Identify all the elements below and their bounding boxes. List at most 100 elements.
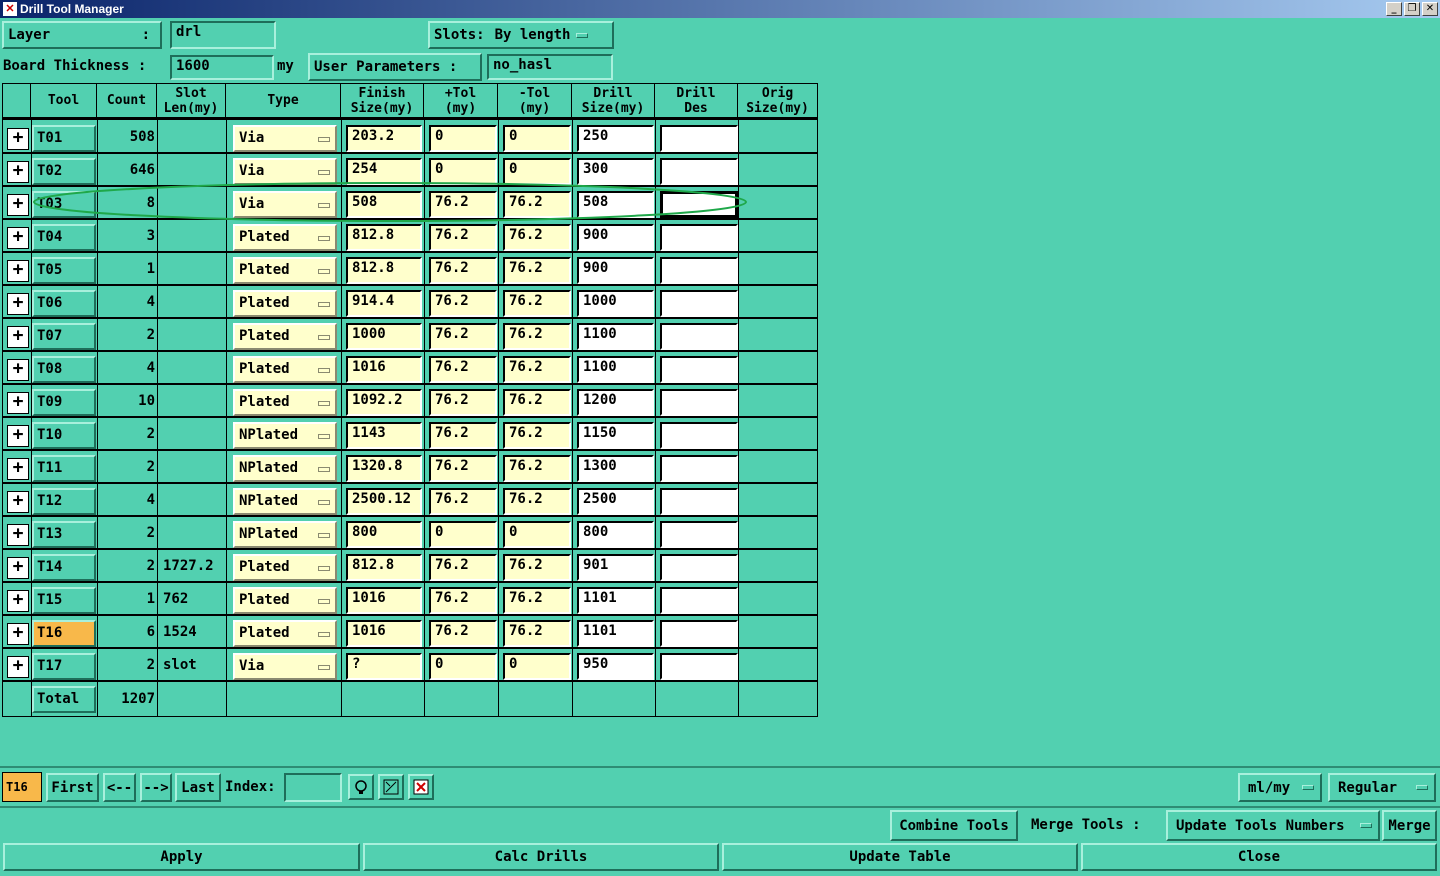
close-button[interactable]: Close: [1081, 843, 1437, 871]
tool-button[interactable]: T09: [32, 389, 96, 416]
apply-button[interactable]: Apply: [3, 843, 360, 871]
expand-row-button[interactable]: +: [7, 293, 29, 315]
finish-size-input[interactable]: 1320.8: [346, 455, 422, 482]
minus-tol-input[interactable]: 76.2: [503, 323, 571, 350]
plus-tol-input[interactable]: 76.2: [429, 290, 497, 317]
mode-selector[interactable]: Regular: [1328, 773, 1436, 802]
drill-des-input[interactable]: [660, 587, 738, 614]
minus-tol-input[interactable]: 76.2: [503, 257, 571, 284]
type-selector[interactable]: NPlated: [233, 521, 337, 548]
tool-button[interactable]: T17: [32, 653, 96, 680]
type-selector[interactable]: Plated: [233, 356, 337, 383]
minus-tol-input[interactable]: 76.2: [503, 422, 571, 449]
drill-size-input[interactable]: 1100: [577, 323, 654, 350]
merge-option-selector[interactable]: Update Tools Numbers: [1166, 810, 1380, 841]
drill-size-input[interactable]: 1100: [577, 356, 654, 383]
plus-tol-input[interactable]: 76.2: [429, 455, 497, 482]
expand-row-button[interactable]: +: [7, 425, 29, 447]
minus-tol-input[interactable]: 76.2: [503, 488, 571, 515]
type-selector[interactable]: Plated: [233, 554, 337, 581]
plus-tol-input[interactable]: 76.2: [429, 587, 497, 614]
expand-row-button[interactable]: +: [7, 524, 29, 546]
type-selector[interactable]: NPlated: [233, 422, 337, 449]
type-selector[interactable]: NPlated: [233, 455, 337, 482]
minus-tol-input[interactable]: 76.2: [503, 554, 571, 581]
drill-des-input[interactable]: [660, 455, 738, 482]
expand-row-button[interactable]: +: [7, 326, 29, 348]
drill-des-input[interactable]: [660, 521, 738, 548]
plus-tol-input[interactable]: 76.2: [429, 389, 497, 416]
drill-size-input[interactable]: 1300: [577, 455, 654, 482]
units-selector[interactable]: ml/my: [1238, 773, 1322, 802]
minus-tol-input[interactable]: 76.2: [503, 587, 571, 614]
tool-button[interactable]: T08: [32, 356, 96, 383]
expand-row-button[interactable]: +: [7, 260, 29, 282]
type-selector[interactable]: Plated: [233, 323, 337, 350]
plus-tol-input[interactable]: 76.2: [429, 488, 497, 515]
plus-tol-input[interactable]: 76.2: [429, 257, 497, 284]
minimize-button[interactable]: _: [1386, 2, 1402, 16]
tool-button[interactable]: T13: [32, 521, 96, 548]
drill-size-input[interactable]: 1101: [577, 620, 654, 647]
minus-tol-input[interactable]: 0: [503, 521, 571, 548]
find-button[interactable]: [348, 774, 374, 800]
finish-size-input[interactable]: 1016: [346, 620, 422, 647]
minus-tol-input[interactable]: 0: [503, 653, 571, 680]
finish-size-input[interactable]: 1143: [346, 422, 422, 449]
drill-size-input[interactable]: 1150: [577, 422, 654, 449]
expand-row-button[interactable]: +: [7, 656, 29, 678]
last-button[interactable]: Last: [175, 773, 221, 802]
finish-size-input[interactable]: 1016: [346, 356, 422, 383]
zoom-button[interactable]: [378, 774, 404, 800]
drill-des-input[interactable]: [660, 323, 738, 350]
drill-size-input[interactable]: 950: [577, 653, 654, 680]
finish-size-input[interactable]: 2500.12: [346, 488, 422, 515]
expand-row-button[interactable]: +: [7, 491, 29, 513]
plus-tol-input[interactable]: 76.2: [429, 323, 497, 350]
index-field[interactable]: [284, 773, 342, 802]
type-selector[interactable]: Plated: [233, 587, 337, 614]
drill-size-input[interactable]: 800: [577, 521, 654, 548]
drill-des-input[interactable]: [660, 554, 738, 581]
drill-size-input[interactable]: 900: [577, 257, 654, 284]
tool-button[interactable]: T05: [32, 257, 96, 284]
finish-size-input[interactable]: ?: [346, 653, 422, 680]
drill-des-input[interactable]: [660, 356, 738, 383]
drill-size-input[interactable]: 1200: [577, 389, 654, 416]
plus-tol-input[interactable]: 0: [429, 521, 497, 548]
tool-button[interactable]: T11: [32, 455, 96, 482]
plus-tol-input[interactable]: 76.2: [429, 356, 497, 383]
finish-size-input[interactable]: 800: [346, 521, 422, 548]
drill-des-input[interactable]: [660, 290, 738, 317]
minus-tol-input[interactable]: 76.2: [503, 455, 571, 482]
drill-size-input[interactable]: 1101: [577, 587, 654, 614]
prev-button[interactable]: <--: [103, 773, 136, 802]
minus-tol-input[interactable]: 76.2: [503, 356, 571, 383]
type-selector[interactable]: NPlated: [233, 488, 337, 515]
minus-tol-input[interactable]: 76.2: [503, 290, 571, 317]
finish-size-input[interactable]: 812.8: [346, 554, 422, 581]
close-window-button[interactable]: ✕: [1422, 2, 1438, 16]
drill-des-input[interactable]: [660, 257, 738, 284]
minus-tol-input[interactable]: 76.2: [503, 620, 571, 647]
merge-button[interactable]: Merge: [1382, 810, 1437, 841]
drill-des-input[interactable]: [660, 422, 738, 449]
finish-size-input[interactable]: 1000: [346, 323, 422, 350]
tool-button[interactable]: T07: [32, 323, 96, 350]
first-button[interactable]: First: [46, 773, 99, 802]
type-selector[interactable]: Plated: [233, 257, 337, 284]
tool-button[interactable]: T16: [32, 620, 96, 647]
expand-row-button[interactable]: +: [7, 359, 29, 381]
type-selector[interactable]: Plated: [233, 389, 337, 416]
drill-des-input[interactable]: [660, 653, 738, 680]
tool-button[interactable]: T12: [32, 488, 96, 515]
expand-row-button[interactable]: +: [7, 392, 29, 414]
finish-size-input[interactable]: 1016: [346, 587, 422, 614]
plus-tol-input[interactable]: 0: [429, 653, 497, 680]
minus-tol-input[interactable]: 76.2: [503, 389, 571, 416]
plus-tol-input[interactable]: 76.2: [429, 422, 497, 449]
calc-drills-button[interactable]: Calc Drills: [363, 843, 719, 871]
type-selector[interactable]: Plated: [233, 290, 337, 317]
finish-size-input[interactable]: 1092.2: [346, 389, 422, 416]
type-selector[interactable]: Via: [233, 653, 337, 680]
